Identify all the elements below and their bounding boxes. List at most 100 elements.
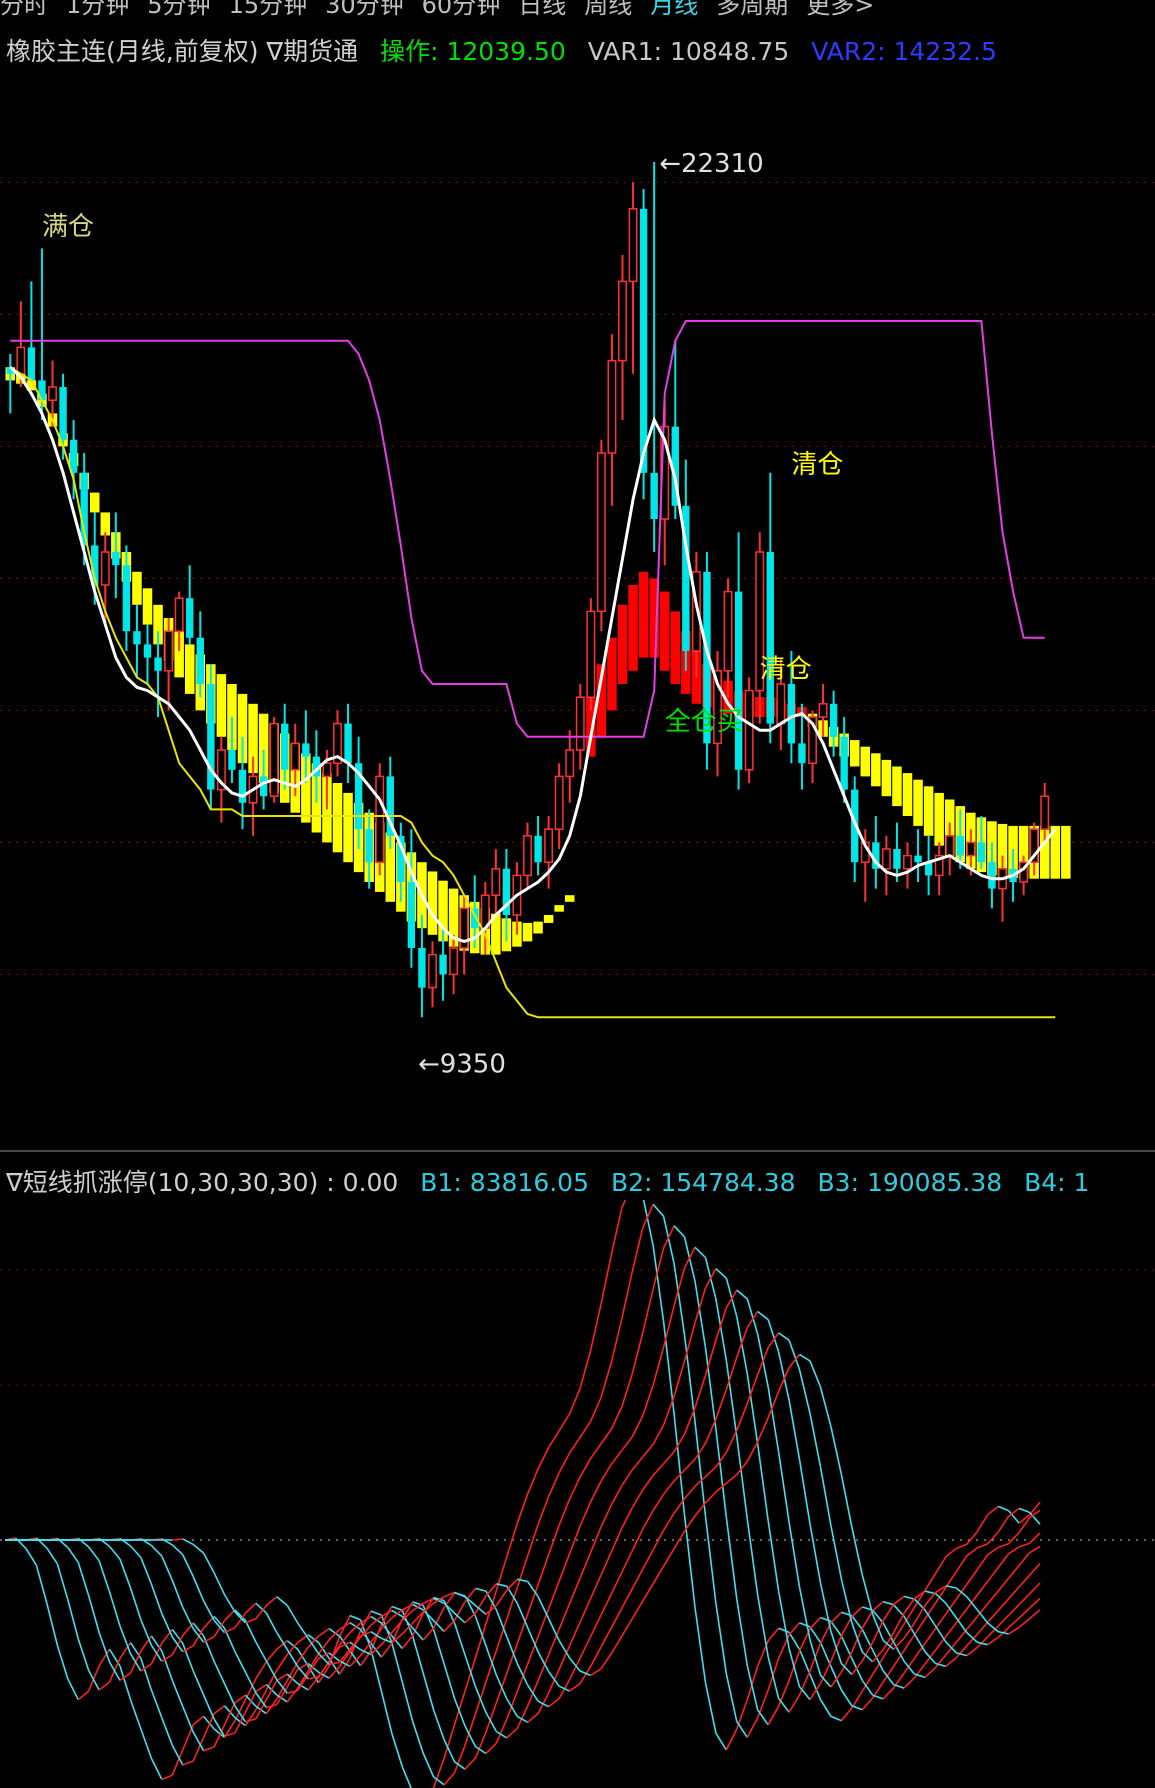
ribbon-1-seg-16	[161, 1717, 174, 1746]
ribbon-2-seg-38	[391, 1605, 403, 1611]
ribbon-2-seg-7	[67, 1546, 79, 1563]
ribbon-2-seg-64	[662, 1225, 675, 1249]
toolbar-item-5[interactable]: 60分钟	[422, 0, 501, 18]
ribbon-2-seg-46	[474, 1731, 487, 1759]
main-candlestick-chart[interactable]: 满仓清仓全仓买清仓←22310←9350	[0, 70, 1155, 1120]
band-box-53	[564, 895, 575, 902]
candle-body-12	[133, 631, 141, 645]
ribbon-8-seg-91	[945, 1585, 957, 1589]
ribbon-3-seg-71	[736, 1436, 749, 1520]
ribbon-2-seg-52	[537, 1554, 550, 1585]
ribbon-8-seg-21	[213, 1572, 226, 1595]
ribbon-2-seg-90	[934, 1613, 947, 1630]
ribbon-2-seg-93	[966, 1569, 978, 1585]
ribbon-0-seg-95	[987, 1505, 999, 1516]
ribbon-2-seg-42	[432, 1709, 445, 1740]
ribbon-4-seg-71	[736, 1316, 749, 1375]
candle-body-30	[322, 762, 332, 778]
ribbon-6-seg-24	[244, 1620, 257, 1643]
ribbon-1-seg-94	[977, 1543, 988, 1549]
ribbon-0-seg-55	[568, 1388, 581, 1415]
ribbon-4-seg-14	[140, 1619, 153, 1646]
ribbon-4-seg-44	[453, 1622, 466, 1656]
ribbon-1-seg-18	[182, 1760, 194, 1766]
red-band-box-63	[670, 611, 681, 684]
toolbar-item-6[interactable]: 日线	[518, 0, 566, 18]
ribbon-1-seg-92	[955, 1555, 968, 1573]
ribbon-0-seg-19	[192, 1715, 205, 1726]
red-band-box-58	[617, 604, 628, 684]
ribbon-0-seg-15	[150, 1758, 163, 1780]
toolbar-item-3[interactable]: 15分钟	[229, 0, 308, 18]
candle-body-28	[302, 743, 310, 757]
sub-indicator-chart[interactable]	[0, 1200, 1155, 1788]
ribbon-1-seg-61	[631, 1227, 644, 1272]
ribbon-5-seg-41	[422, 1627, 435, 1641]
ribbon-3-seg-69	[715, 1298, 728, 1362]
candle-body-27	[290, 742, 300, 771]
ribbon-4-seg-74	[767, 1520, 780, 1592]
band-box-12	[132, 571, 142, 605]
ribbon-1-seg-66	[683, 1334, 696, 1422]
ribbon-7-seg-50	[516, 1602, 529, 1629]
band-box-100	[1061, 825, 1071, 879]
candle-body-54	[575, 696, 585, 751]
toolbar-item-2[interactable]: 5分钟	[147, 0, 210, 18]
indicator-b3: B3: 190085.38	[817, 1168, 1003, 1197]
toolbar-item-1[interactable]: 1分钟	[66, 0, 129, 18]
panel-divider[interactable]	[0, 1150, 1155, 1152]
toolbar-item-10[interactable]: 更多>	[806, 0, 874, 18]
candle-body-93	[988, 862, 996, 889]
toolbar-item-8[interactable]: 月线	[650, 0, 698, 18]
candle-body-60	[639, 208, 648, 473]
ribbon-2-seg-96	[997, 1542, 1009, 1549]
ribbon-2-seg-54	[558, 1499, 571, 1526]
ribbon-4-seg-93	[966, 1616, 978, 1630]
candle-body-2	[27, 347, 36, 381]
ribbon-6-seg-25	[255, 1641, 268, 1662]
ribbon-6-seg-51	[527, 1684, 539, 1702]
main-chart-header: 橡胶主连(月线,前复权) ∇期货通 操作: 12039.50 VAR1: 108…	[6, 32, 1011, 68]
sub-chart-title[interactable]: ∇短线抓涨停(10,30,30,30) : 0.00	[6, 1168, 398, 1197]
ribbon-7-seg-92	[955, 1617, 968, 1634]
ribbon-1-seg-67	[694, 1421, 707, 1517]
ribbon-6-seg-76	[788, 1400, 801, 1460]
ribbon-7-seg-57	[589, 1646, 602, 1668]
ribbon-6-seg-18	[181, 1606, 194, 1630]
ribbon-2-seg-56	[579, 1458, 592, 1478]
ribbon-6-seg-97	[1008, 1603, 1020, 1616]
toolbar-item-4[interactable]: 30分钟	[325, 0, 404, 18]
candle-body-50	[534, 835, 542, 863]
ribbon-0-seg-39	[401, 1766, 412, 1788]
toolbar-item-0[interactable]: 分时	[0, 0, 48, 18]
ribbon-0-seg-68	[704, 1682, 717, 1734]
ribbon-2-seg-12	[119, 1672, 131, 1682]
main-chart-title[interactable]: 橡胶主连(月线,前复权) ∇期货通	[6, 37, 358, 66]
candle-body-69	[734, 591, 743, 770]
ribbon-0-seg-52	[537, 1447, 550, 1469]
ribbon-0-seg-77	[798, 1648, 811, 1675]
toolbar-item-9[interactable]: 多周期	[716, 0, 788, 18]
ribbon-0-seg-53	[547, 1430, 560, 1449]
candle-body-78	[829, 703, 838, 737]
ribbon-0-seg-91	[945, 1547, 957, 1558]
ribbon-1-seg-78	[809, 1626, 822, 1644]
ribbon-1-seg-55	[568, 1436, 581, 1454]
annotation-2: 全仓买	[665, 707, 743, 737]
ribbon-1-seg-10	[98, 1681, 110, 1691]
ribbon-1-seg-71	[736, 1721, 748, 1738]
ribbon-8-seg-79	[819, 1386, 832, 1427]
ribbon-3-seg-62	[641, 1384, 654, 1417]
ribbon-6-seg-56	[579, 1636, 592, 1659]
ribbon-1-seg-82	[851, 1705, 863, 1711]
candle-body-14	[154, 657, 162, 671]
ribbon-7-seg-79	[819, 1466, 832, 1526]
ribbon-6-seg-90	[934, 1625, 947, 1643]
candle-body-86	[914, 855, 922, 863]
ribbon-3-seg-76	[788, 1694, 801, 1713]
toolbar-item-7[interactable]: 周线	[584, 0, 632, 18]
ribbon-2-seg-71	[736, 1598, 749, 1666]
ribbon-1-seg-41	[422, 1752, 435, 1778]
high-price-marker: ←22310	[659, 149, 764, 179]
ribbon-7-seg-69	[715, 1451, 728, 1468]
